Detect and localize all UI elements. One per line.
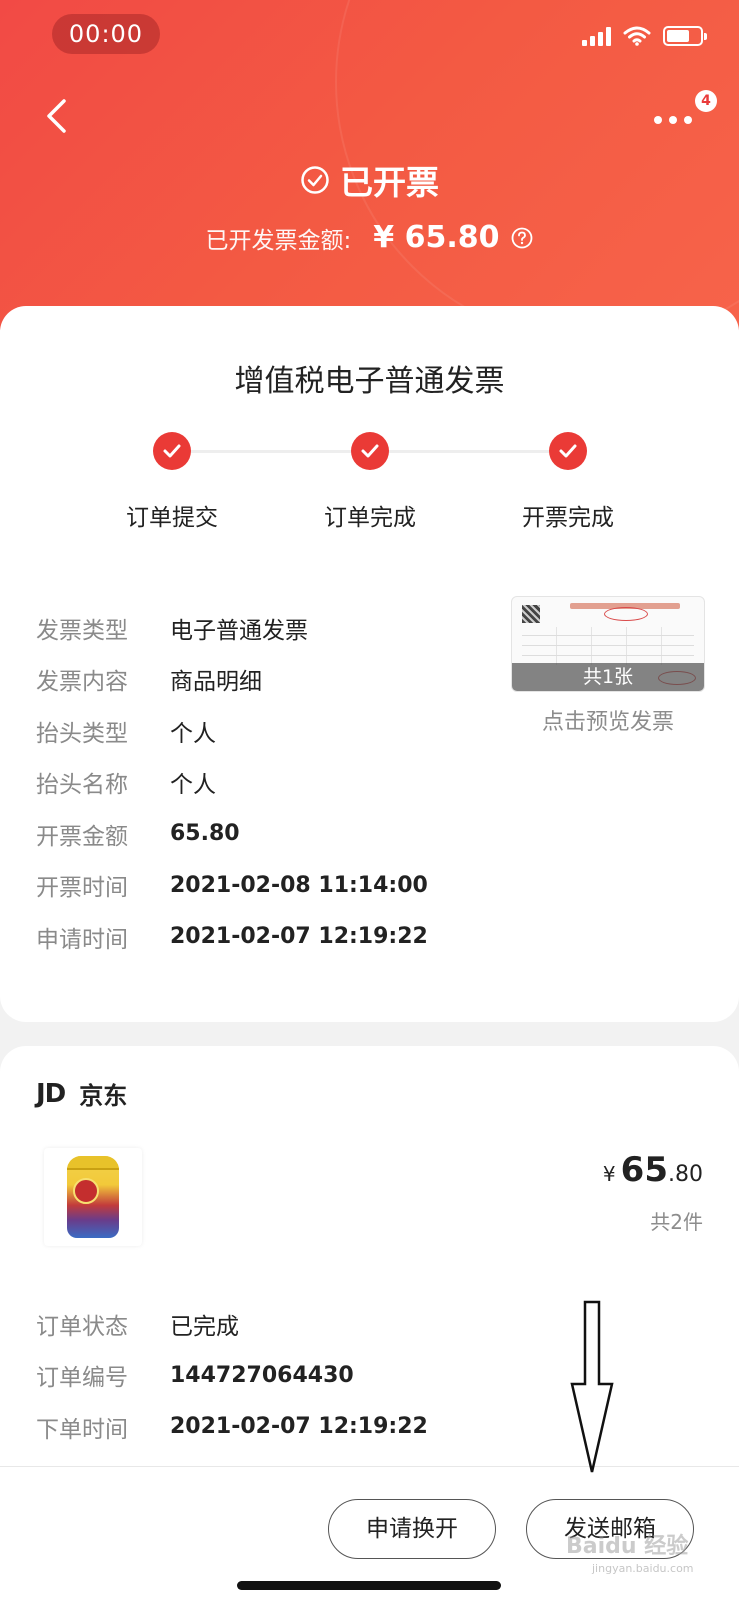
info-row-order-number: 订单编号 144727064430 [36,1350,428,1402]
info-row-invoice-content: 发票内容 商品明细 [36,654,428,706]
help-icon[interactable] [511,227,533,249]
info-value: 个人 [170,772,216,799]
watermark: Baidu 经验 [566,1534,689,1559]
info-value: 144727064430 [170,1362,354,1388]
home-indicator[interactable] [237,1581,501,1590]
info-key: 订单编号 [36,1365,128,1392]
jd-logo: JD [36,1078,66,1109]
info-value: 电子普通发票 [170,617,308,644]
price-currency: ¥ [602,1162,616,1186]
notification-badge: 4 [695,90,717,112]
preview-invoice-link[interactable]: 点击预览发票 [511,704,705,736]
invoice-thumbnail[interactable]: 共1张 [511,596,705,692]
price-integer: 65 [620,1150,668,1190]
issued-amount: 已开发票金额: ¥ 65.80 [0,220,739,255]
qr-code-icon [522,605,540,623]
chevron-left-icon [47,99,66,133]
watermark-url: jingyan.baidu.com [592,1562,694,1575]
more-button[interactable] [647,100,699,140]
battery-icon [663,26,707,46]
info-key: 抬头类型 [36,720,128,747]
step-label: 订单提交 [126,505,218,531]
step-label: 订单完成 [324,505,416,531]
info-row-invoice-type: 发票类型 电子普通发票 [36,602,428,654]
info-value: 2021-02-07 12:19:22 [170,1414,428,1440]
info-key: 发票内容 [36,669,128,696]
info-key: 下单时间 [36,1416,128,1443]
price-decimal: .80 [668,1162,703,1187]
invoice-status: 已开票 [0,156,739,204]
request-reissue-button[interactable]: 申请换开 [328,1499,496,1559]
info-value: 已完成 [170,1313,239,1340]
amount-value: ¥ 65.80 [373,220,500,255]
info-row-invoice-time: 开票时间 2021-02-08 11:14:00 [36,860,428,912]
invoice-count: 共1张 [512,663,704,691]
step-order-completed: 订单完成 [300,432,440,532]
step-check-icon [549,432,587,470]
stamp-icon [604,607,648,621]
order-info: 订单状态 已完成 订单编号 144727064430 下单时间 2021-02-… [36,1298,428,1453]
shop-name: 京东 [79,1082,128,1110]
info-value: 65.80 [170,821,240,847]
invoice-progress: 订单提交 订单完成 开票完成 [0,420,739,532]
info-value: 2021-02-07 12:19:22 [170,924,428,950]
info-value: 个人 [170,720,216,747]
info-key: 抬头名称 [36,772,128,799]
product-quantity: 共2件 [650,1210,703,1234]
status-icons [582,26,707,46]
info-row-invoice-amount: 开票金额 65.80 [36,808,428,860]
info-value: 2021-02-08 11:14:00 [170,872,428,898]
info-row-title-type: 抬头类型 个人 [36,705,428,757]
invoice-type-title: 增值税电子普通发票 [234,364,505,399]
amount-label: 已开发票金额: [205,227,352,254]
product-price: ¥ 65.80 [603,1150,703,1190]
step-label: 开票完成 [522,505,614,531]
info-key: 发票类型 [36,617,128,644]
check-circle-icon [301,166,329,194]
info-key: 开票时间 [36,875,128,902]
info-row-title-name: 抬头名称 个人 [36,757,428,809]
step-order-submitted: 订单提交 [102,432,242,532]
info-row-order-time: 下单时间 2021-02-07 12:19:22 [36,1401,428,1453]
product-image[interactable] [44,1148,142,1246]
invoice-card: 增值税电子普通发票 订单提交 订单完成 开票完成 发票类型 电子普通发票 发票内… [0,306,739,1022]
info-key: 开票金额 [36,823,128,850]
status-title: 已开票 [340,163,439,202]
step-check-icon [153,432,191,470]
thumbnail-table [522,627,694,665]
shop-header[interactable]: JD 京东 [36,1076,127,1111]
candy-jar-image [67,1156,119,1238]
invoice-info: 发票类型 电子普通发票 发票内容 商品明细 抬头类型 个人 抬头名称 个人 开票… [36,602,428,963]
info-key: 申请时间 [36,926,128,953]
step-check-icon [351,432,389,470]
step-invoice-completed: 开票完成 [498,432,638,532]
info-row-order-status: 订单状态 已完成 [36,1298,428,1350]
invoice-preview[interactable]: 共1张 点击预览发票 [511,596,705,736]
wifi-icon [623,26,651,46]
down-arrow-annotation-icon [570,1300,614,1473]
info-value: 商品明细 [170,669,262,696]
signal-icon [582,26,611,46]
info-row-apply-time: 申请时间 2021-02-07 12:19:22 [36,911,428,963]
status-time: 00:00 [52,14,160,54]
back-button[interactable] [36,92,76,140]
more-dots-icon [654,116,692,124]
info-key: 订单状态 [36,1313,128,1340]
